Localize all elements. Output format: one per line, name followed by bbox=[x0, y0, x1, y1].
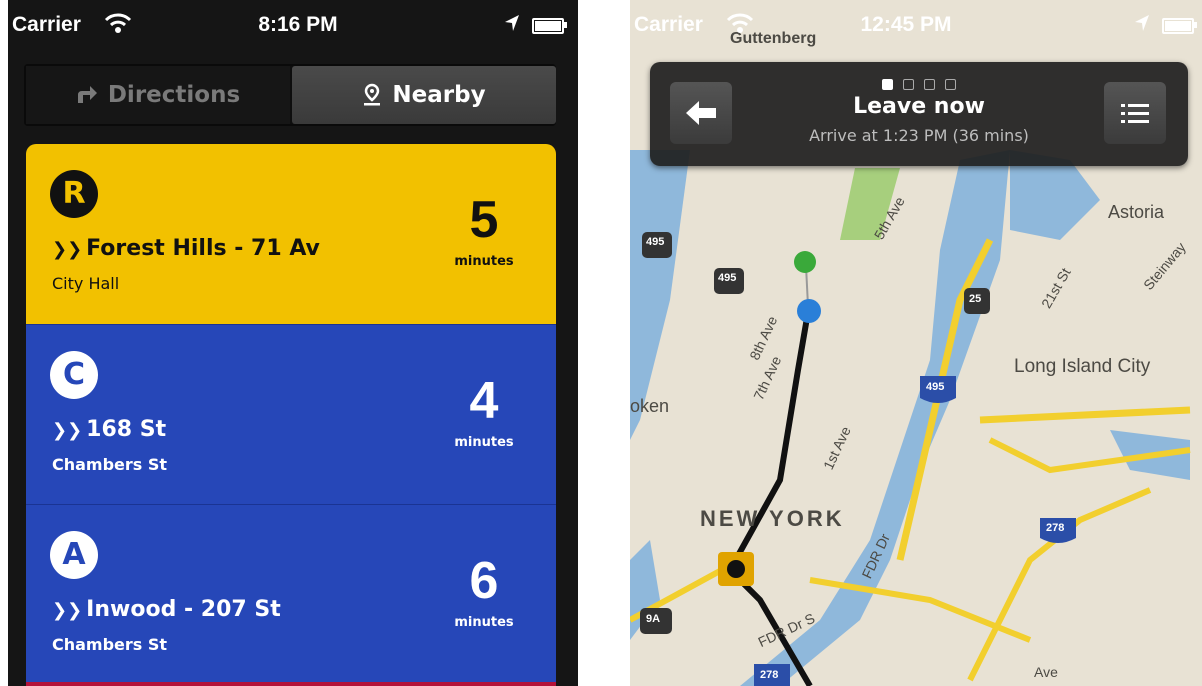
location-arrow-icon bbox=[1135, 15, 1149, 31]
status-time: 12:45 PM bbox=[860, 13, 952, 36]
map-pin-icon bbox=[364, 83, 381, 106]
station-label: Chambers St bbox=[52, 635, 168, 654]
map-label-astoria: Astoria bbox=[1108, 202, 1165, 222]
tab-nearby[interactable]: Nearby bbox=[292, 66, 556, 124]
line-badge-a: A bbox=[50, 531, 98, 579]
wifi-icon bbox=[726, 13, 754, 33]
chevron-icon: ❯❯ bbox=[52, 600, 83, 621]
highway-shield: 495 bbox=[646, 236, 665, 248]
destination-label: Forest Hills - 71 Av bbox=[86, 236, 320, 261]
step-dot[interactable] bbox=[924, 79, 935, 90]
map-label-long-island-city: Long Island City bbox=[1014, 356, 1151, 377]
step-dot[interactable] bbox=[882, 79, 893, 90]
step-dot[interactable] bbox=[903, 79, 914, 90]
carrier-label: Carrier bbox=[12, 13, 81, 36]
map-screen: Guttenberg Astoria Long Island City NEW … bbox=[630, 0, 1202, 686]
train-row-partial[interactable] bbox=[26, 682, 556, 686]
train-row-r[interactable]: R ❯❯ Forest Hills - 71 Av City Hall 5 min… bbox=[26, 144, 556, 324]
chevron-icon: ❯❯ bbox=[52, 420, 83, 441]
train-row-a[interactable]: A ❯❯ Inwood - 207 St Chambers St 6 minute… bbox=[26, 504, 556, 685]
station-label: City Hall bbox=[52, 274, 120, 293]
tab-directions[interactable]: Directions bbox=[26, 66, 290, 124]
highway-shield: 9A bbox=[646, 613, 661, 625]
highway-shield: 278 bbox=[1046, 522, 1065, 534]
line-badge-c: C bbox=[50, 351, 98, 399]
route-panel: Leave now Arrive at 1:23 PM (36 mins) bbox=[650, 62, 1188, 166]
line-badge-r: R bbox=[50, 170, 98, 218]
destination-label: Inwood - 207 St bbox=[86, 597, 281, 622]
arrival-minutes: 5 bbox=[469, 191, 499, 249]
highway-shield: 495 bbox=[718, 272, 737, 284]
minutes-label: minutes bbox=[454, 254, 514, 269]
highway-shield: 495 bbox=[926, 381, 945, 393]
status-bar: Carrier 8:16 PM bbox=[8, 0, 578, 44]
highway-shield: 25 bbox=[969, 293, 982, 305]
tab-nearby-label: Nearby bbox=[392, 82, 486, 108]
station-label: Chambers St bbox=[52, 455, 168, 474]
minutes-label: minutes bbox=[454, 435, 514, 450]
mode-tabs: Directions Nearby bbox=[24, 64, 556, 126]
battery-icon bbox=[532, 18, 564, 34]
chevron-icon: ❯❯ bbox=[52, 239, 83, 260]
tab-directions-label: Directions bbox=[107, 82, 241, 108]
list-icon bbox=[1121, 104, 1149, 123]
highway-shield: 278 bbox=[760, 669, 779, 681]
status-time: 8:16 PM bbox=[258, 13, 338, 36]
map-label-oken: oken bbox=[630, 396, 670, 416]
minutes-label: minutes bbox=[454, 615, 514, 630]
nearby-screen: Carrier 8:16 PM Directions Nearby R ❯❯ F… bbox=[8, 0, 578, 686]
location-arrow-icon bbox=[505, 15, 519, 31]
train-row-c[interactable]: C ❯❯ 168 St Chambers St 4 minutes bbox=[26, 324, 556, 505]
step-dot[interactable] bbox=[945, 79, 956, 90]
status-bar: Carrier 12:45 PM bbox=[630, 0, 1202, 44]
arrival-minutes: 6 bbox=[469, 552, 499, 610]
map-label-new-york: NEW YORK bbox=[700, 506, 845, 531]
carrier-label: Carrier bbox=[634, 13, 703, 36]
battery-icon bbox=[1162, 18, 1194, 34]
arrival-minutes: 4 bbox=[469, 372, 499, 430]
destination-label: 168 St bbox=[86, 417, 167, 442]
wifi-icon bbox=[104, 13, 132, 33]
map-label-ave: Ave bbox=[1034, 664, 1058, 680]
turn-arrow-icon bbox=[77, 86, 97, 103]
list-button[interactable] bbox=[1104, 82, 1166, 144]
